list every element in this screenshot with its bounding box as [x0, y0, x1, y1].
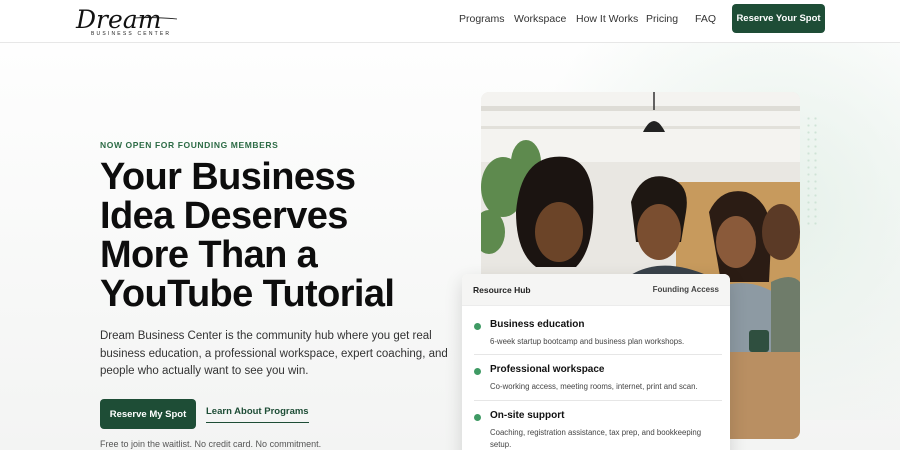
item-description: Coaching, registration assistance, tax p…	[490, 428, 702, 449]
nav-faq[interactable]: FAQ	[695, 13, 716, 25]
learn-about-programs-link[interactable]: Learn About Programs	[206, 406, 309, 423]
nav-programs[interactable]: Programs	[459, 13, 505, 25]
bullet-icon	[474, 368, 481, 375]
card-title: Resource Hub	[473, 285, 531, 295]
card-header: Resource Hub Founding Access	[462, 274, 730, 306]
reserve-your-spot-button[interactable]: Reserve Your Spot	[732, 4, 825, 33]
hero-headline-line: Idea Deserves	[100, 195, 348, 237]
bullet-icon	[474, 323, 481, 330]
resource-hub-card: Resource Hub Founding Access Business ed…	[462, 274, 730, 450]
nav-workspace[interactable]: Workspace	[514, 13, 566, 25]
decorative-dots	[805, 115, 819, 225]
divider	[474, 354, 722, 355]
logo-subtitle: BUSINESS CENTER	[91, 31, 172, 37]
hero-headline: Your Business Idea Deserves More Than a …	[100, 156, 395, 315]
hero-eyebrow: NOW OPEN FOR FOUNDING MEMBERS	[100, 140, 279, 150]
bullet-icon	[474, 414, 481, 421]
item-description: 6-week startup bootcamp and business pla…	[490, 337, 685, 346]
item-description: Co-working access, meeting rooms, intern…	[490, 382, 698, 391]
nav-pricing[interactable]: Pricing	[646, 13, 678, 25]
logo-script-icon: Dream	[75, 5, 178, 32]
hero-description: Dream Business Center is the community h…	[100, 330, 448, 377]
divider	[474, 400, 722, 401]
hero-headline-line: YouTube Tutorial	[100, 273, 395, 315]
site-header: Dream BUSINESS CENTER Programs Workspace…	[0, 0, 900, 43]
item-title: Professional workspace	[490, 364, 605, 375]
card-tag: Founding Access	[652, 285, 719, 294]
hero-headline-line: Your Business	[100, 156, 356, 198]
logo[interactable]: Dream BUSINESS CENTER	[74, 2, 180, 40]
item-title: Business education	[490, 319, 585, 330]
item-title: On-site support	[490, 410, 565, 421]
nav-how-it-works[interactable]: How It Works	[576, 13, 638, 25]
logo-script: Dream	[75, 5, 161, 32]
reserve-my-spot-button[interactable]: Reserve My Spot	[100, 399, 196, 429]
hero-note: Free to join the waitlist. No credit car…	[100, 439, 322, 449]
hero-headline-line: More Than a	[100, 234, 318, 276]
